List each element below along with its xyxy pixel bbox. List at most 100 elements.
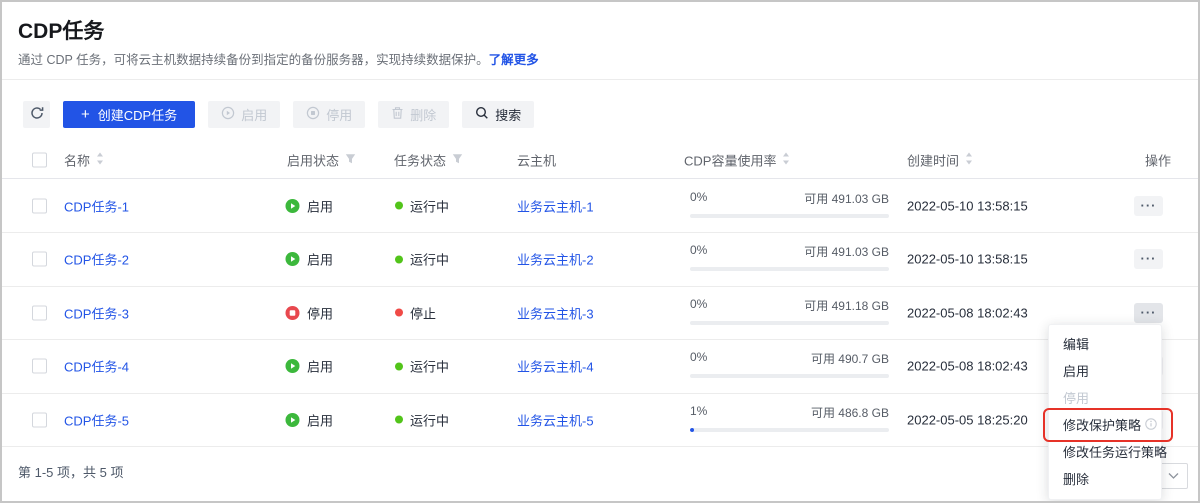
created-time: 2022-05-10 13:58:15 [907,252,1028,267]
usage-progress-bar [690,214,889,218]
disabled-status-icon [285,305,300,320]
toolbar: + 创建CDP任务 启用 停用 删除 搜索 [23,101,534,128]
enable-button[interactable]: 启用 [208,101,280,128]
delete-button[interactable]: 删除 [378,101,449,128]
host-link[interactable]: 业务云主机-1 [517,196,594,215]
cdp-tasks-page: CDP任务 通过 CDP 任务，可将云主机数据持续备份到指定的备份服务器，实现持… [0,0,1200,503]
enable-status-label: 启用 [307,357,333,376]
task-name-link[interactable]: CDP任务-3 [64,303,129,322]
table-row: CDP任务-4 启用 运行中 业务云主机-4 0% 可用 490.7 GB 20… [2,340,1198,394]
create-cdp-task-button[interactable]: + 创建CDP任务 [63,101,195,128]
more-actions-button[interactable]: ··· [1134,196,1163,216]
enable-status-label: 启用 [307,250,333,269]
running-status-dot [395,255,403,263]
column-header-actions-label: 操作 [1145,151,1171,170]
column-header-enable-status-label: 启用状态 [287,151,339,170]
column-header-enable-status: 启用状态 [287,151,356,170]
plus-icon: + [81,106,90,123]
more-actions-button[interactable]: ··· [1134,303,1163,323]
usage-percent: 0% [690,350,707,367]
usage-progress-bar [690,321,889,325]
capacity-usage: 0% 可用 491.18 GB [690,297,889,325]
column-header-name-label: 名称 [64,151,90,170]
row-checkbox[interactable] [32,198,47,213]
menu-item-disable[interactable]: 停用 [1049,385,1161,412]
row-checkbox[interactable] [32,305,47,320]
menu-item-enable[interactable]: 启用 [1049,358,1161,385]
table-row: CDP任务-5 启用 运行中 业务云主机-5 1% 可用 486.8 GB 20… [2,394,1198,448]
select-all-checkbox[interactable] [32,153,47,168]
created-time: 2022-05-08 18:02:43 [907,359,1028,374]
column-header-name: 名称 [64,151,104,170]
task-status-label: 运行中 [410,196,449,215]
enable-status-label: 启用 [307,410,333,429]
search-icon [475,106,489,123]
table-row: CDP任务-1 启用 运行中 业务云主机-1 0% 可用 491.03 GB 2… [2,180,1198,234]
sort-icon[interactable] [96,153,104,168]
table-header: 名称 启用状态 任务状态 云主机 CDP容量使用率 创建时间 操作 [2,142,1198,179]
refresh-button[interactable] [23,101,50,128]
task-status-label: 运行中 [410,250,449,269]
disable-button[interactable]: 停用 [293,101,365,128]
usage-percent: 0% [690,243,707,260]
host-link[interactable]: 业务云主机-2 [517,250,594,269]
table-row: CDP任务-2 启用 运行中 业务云主机-2 0% 可用 491.03 GB 2… [2,233,1198,287]
refresh-icon [30,106,44,123]
delete-button-label: 删除 [410,105,436,124]
sort-icon[interactable] [965,153,973,168]
trash-icon [391,106,404,123]
available-capacity: 可用 490.7 GB [811,350,889,367]
available-capacity: 可用 491.03 GB [804,243,889,260]
task-status-label: 运行中 [410,357,449,376]
column-header-capacity: CDP容量使用率 [684,151,790,170]
enable-status-label: 停用 [307,303,333,322]
table-row: CDP任务-3 停用 停止 业务云主机-3 0% 可用 491.18 GB 20… [2,287,1198,341]
enabled-status-icon [285,359,300,374]
task-name-link[interactable]: CDP任务-5 [64,410,129,429]
available-capacity: 可用 486.8 GB [811,404,889,421]
more-actions-button[interactable]: ··· [1134,249,1163,269]
menu-item-modify-protection-policy[interactable]: 修改保护策略 [1049,412,1161,439]
disable-button-label: 停用 [326,105,352,124]
enable-status-label: 启用 [307,196,333,215]
column-header-actions: 操作 [1145,151,1171,170]
host-link[interactable]: 业务云主机-4 [517,357,594,376]
learn-more-link[interactable]: 了解更多 [489,53,539,67]
stop-circle-icon [306,106,320,123]
usage-percent: 1% [690,404,707,421]
enabled-status-icon [285,412,300,427]
host-link[interactable]: 业务云主机-5 [517,410,594,429]
menu-item-edit[interactable]: 编辑 [1049,331,1161,358]
page-title: CDP任务 [18,15,104,45]
filter-icon[interactable] [452,153,463,168]
sort-icon[interactable] [782,153,790,168]
available-capacity: 可用 491.18 GB [804,297,889,314]
created-time: 2022-05-05 18:25:20 [907,412,1028,427]
running-status-dot [395,416,403,424]
task-name-link[interactable]: CDP任务-4 [64,357,129,376]
row-actions-menu: 编辑 启用 停用 修改保护策略 修改任务运行策略 删除 [1048,324,1162,500]
menu-item-modify-task-run-policy[interactable]: 修改任务运行策略 [1049,439,1161,466]
usage-percent: 0% [690,190,707,207]
column-header-host-label: 云主机 [517,151,556,170]
task-status-label: 运行中 [410,410,449,429]
page-description: 通过 CDP 任务，可将云主机数据持续备份到指定的备份服务器，实现持续数据保护。 [18,53,489,67]
header-divider [2,79,1198,80]
available-capacity: 可用 491.03 GB [804,190,889,207]
search-button[interactable]: 搜索 [462,101,534,128]
column-header-created-label: 创建时间 [907,151,959,170]
pagination-summary: 第 1-5 项，共 5 项 [18,462,123,481]
row-checkbox[interactable] [32,359,47,374]
row-checkbox[interactable] [32,412,47,427]
create-cdp-task-label: 创建CDP任务 [98,105,177,124]
host-link[interactable]: 业务云主机-3 [517,303,594,322]
task-name-link[interactable]: CDP任务-2 [64,250,129,269]
task-status-label: 停止 [410,303,436,322]
menu-item-delete[interactable]: 删除 [1049,466,1161,493]
capacity-usage: 0% 可用 491.03 GB [690,190,889,218]
enabled-status-icon [285,198,300,213]
usage-progress-bar [690,428,889,432]
task-name-link[interactable]: CDP任务-1 [64,196,129,215]
row-checkbox[interactable] [32,252,47,267]
filter-icon[interactable] [345,153,356,168]
